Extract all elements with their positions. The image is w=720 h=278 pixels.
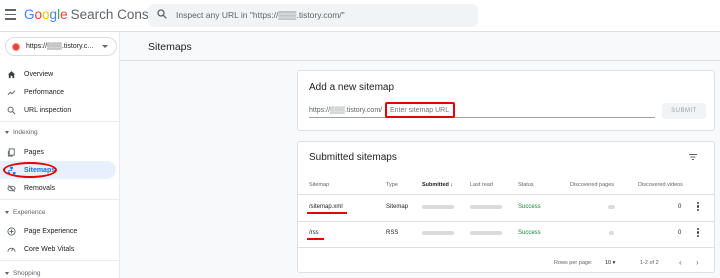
submitted-sitemaps-card: Submitted sitemaps Sitemap Type Submitte… (297, 141, 715, 273)
sidebar-item-label: Overview (24, 70, 54, 78)
speed-icon (7, 245, 16, 254)
trending-icon (7, 88, 16, 97)
sidebar-item-label: Page Experience (24, 227, 78, 235)
discovered-videos: 0 (678, 204, 682, 210)
divider (298, 247, 714, 248)
home-icon (7, 70, 16, 79)
discovered-videos: 0 (678, 230, 682, 236)
logo-letter: G (24, 7, 35, 22)
section-shopping[interactable]: Shopping (5, 270, 40, 277)
section-header: Shopping (13, 270, 41, 277)
sidebar-item-label: Removals (24, 184, 56, 192)
top-bar: Google Search Console Inspect any URL in … (0, 0, 720, 32)
divider (298, 194, 714, 195)
url-prefix: https://▒▒▒.tistory.com/ (309, 107, 383, 114)
search-input[interactable]: Inspect any URL in "https://▒▒▒.tistory.… (176, 10, 345, 20)
divider (0, 260, 119, 261)
url-inspect-search[interactable]: Inspect any URL in "https://▒▒▒.tistory.… (148, 4, 478, 27)
sidebar-item-performance[interactable]: Performance (0, 83, 116, 101)
annotation-underline (307, 212, 347, 214)
chevron-down-icon (102, 45, 108, 48)
add-circle-icon (7, 226, 16, 236)
sidebar-item-core-web-vitals[interactable]: Core Web Vitals (0, 240, 116, 258)
section-experience[interactable]: Experience (5, 209, 46, 216)
card-title: Add a new sitemap (309, 82, 395, 93)
redacted-date (422, 205, 454, 209)
section-header: Experience (13, 209, 46, 216)
property-favicon-icon (12, 42, 20, 51)
card-title: Submitted sitemaps (309, 152, 397, 163)
pages-icon (7, 147, 16, 157)
column-header-submitted[interactable]: Submitted ↓ (422, 182, 453, 188)
arrow-down-icon: ↓ (450, 182, 454, 188)
sitemap-path[interactable]: /sitemap.xml (309, 204, 343, 210)
status-badge: Success (518, 230, 541, 236)
search-icon (157, 9, 167, 19)
sidebar-item-url-inspection[interactable]: URL inspection (0, 101, 116, 119)
sidebar-item-page-experience[interactable]: Page Experience (0, 222, 116, 240)
column-header-discovered-videos[interactable]: Discovered videos (638, 182, 683, 188)
search-icon (7, 106, 16, 115)
column-header-last-read[interactable]: Last read (470, 182, 493, 188)
redacted-count (609, 231, 614, 235)
caret-down-icon (5, 272, 9, 275)
sitemap-type: Sitemap (386, 204, 409, 210)
logo-letter: e (60, 7, 68, 22)
logo-letter: g (49, 7, 58, 22)
annotation-underline (307, 238, 324, 240)
logo-letter: o (42, 7, 50, 22)
annotation-box (385, 102, 455, 118)
app-logo[interactable]: Google Search Console (24, 7, 167, 22)
submit-button[interactable]: SUBMIT (662, 103, 706, 119)
add-sitemap-card: Add a new sitemap https://▒▒▒.tistory.co… (297, 70, 715, 131)
property-selector[interactable]: https://▒▒▒.tistory.c... (5, 37, 117, 56)
sidebar-item-overview[interactable]: Overview (0, 65, 116, 83)
column-header-type[interactable]: Type (386, 182, 398, 188)
divider (0, 121, 119, 122)
redacted-date (470, 205, 502, 209)
redacted-date (422, 231, 454, 235)
section-indexing[interactable]: Indexing (5, 129, 38, 136)
chevron-left-icon[interactable]: ‹ (679, 258, 682, 267)
caret-down-icon (5, 131, 9, 134)
section-header: Indexing (13, 129, 38, 136)
more-vert-icon[interactable] (697, 228, 700, 238)
input-underline (309, 117, 655, 118)
menu-icon[interactable] (5, 9, 16, 20)
status-badge: Success (518, 204, 541, 210)
page-title: Sitemaps (148, 41, 192, 53)
more-vert-icon[interactable] (697, 202, 700, 212)
filter-icon[interactable] (688, 152, 698, 162)
sidebar: https://▒▒▒.tistory.c... Overview Perfor… (0, 32, 120, 278)
property-label: https://▒▒▒.tistory.c... (26, 43, 94, 50)
logo-letter: o (34, 7, 43, 22)
divider (298, 221, 714, 222)
sitemap-type: RSS (386, 230, 399, 236)
sidebar-item-label: Performance (24, 88, 65, 96)
page-range: 1-2 of 2 (640, 260, 659, 266)
caret-down-icon (5, 211, 9, 214)
chevron-right-icon[interactable]: › (696, 258, 699, 267)
rows-per-page-select[interactable]: 10 ▾ (605, 260, 615, 266)
annotation-circle (3, 162, 57, 178)
column-header-discovered-pages[interactable]: Discovered pages (570, 182, 614, 188)
sidebar-item-label: Core Web Vitals (24, 245, 75, 253)
divider (120, 60, 720, 61)
column-header-label: Submitted (422, 182, 449, 188)
column-header-status[interactable]: Status (518, 182, 534, 188)
removals-icon (7, 184, 16, 193)
redacted-count (608, 205, 615, 209)
sidebar-item-pages[interactable]: Pages (0, 143, 116, 161)
sidebar-item-removals[interactable]: Removals (0, 179, 116, 197)
sitemap-path[interactable]: /rss (309, 230, 319, 236)
sidebar-item-label: Pages (24, 148, 44, 156)
divider (0, 199, 119, 200)
redacted-date (470, 231, 502, 235)
caret-down-icon: ▾ (612, 260, 616, 266)
sidebar-item-label: URL inspection (24, 106, 72, 114)
rows-per-page-label: Rows per page: (554, 260, 593, 266)
column-header-sitemap[interactable]: Sitemap (309, 182, 329, 188)
rows-per-page-value: 10 (605, 260, 612, 266)
